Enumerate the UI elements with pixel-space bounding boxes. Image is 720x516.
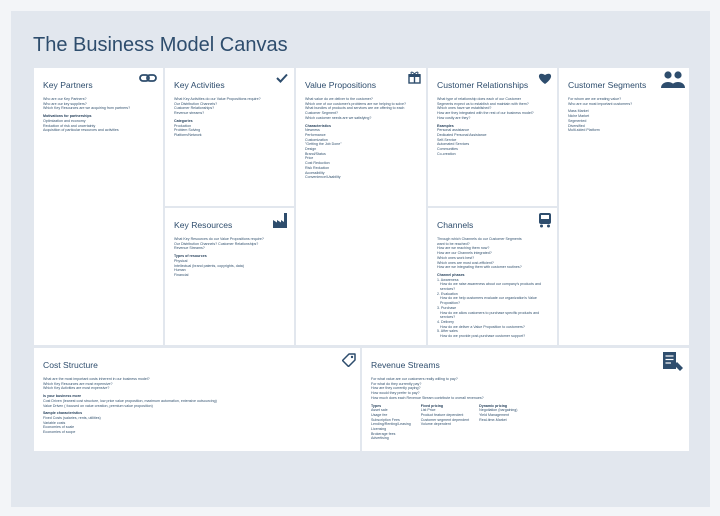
list-item: Co-creation bbox=[437, 151, 456, 156]
gift-icon bbox=[408, 71, 421, 84]
customer-segments-block: Customer Segments For whom are we creati… bbox=[559, 68, 689, 345]
list-item: How do we provide post-purchase customer… bbox=[437, 334, 526, 339]
value-propositions-questions: What value do we deliver to the customer… bbox=[305, 97, 417, 121]
users-icon bbox=[661, 71, 685, 88]
customer-relationships-block: Customer Relationships What type of rela… bbox=[428, 68, 557, 206]
fixed-pricing-items: List Price Product feature dependent Custo… bbox=[421, 408, 469, 427]
channels-block: Channels Through which Channels do our C… bbox=[428, 208, 557, 345]
question-line: Which customer needs are we satisfying? bbox=[305, 115, 372, 120]
cost-structure-items-2: Fixed Costs (salaries, rents, utilities)… bbox=[43, 416, 351, 435]
question-line: How are we integrating them with custome… bbox=[437, 265, 522, 270]
cost-structure-items: Cost Driven (leanest cost structure, low… bbox=[43, 399, 351, 408]
question-line: Who are our most important customers? bbox=[568, 101, 633, 106]
list-item: Advertising bbox=[371, 436, 389, 441]
key-resources-questions: What Key Resources do our Value Proposit… bbox=[174, 237, 285, 251]
tag-icon bbox=[342, 353, 356, 367]
list-item: Value Driven ( focused on value creation… bbox=[43, 403, 153, 408]
page-title: The Business Model Canvas bbox=[33, 34, 288, 56]
truck-icon bbox=[539, 213, 551, 228]
revenue-types-column: Types Asset sale Usage fee Subscription Fe… bbox=[371, 401, 411, 442]
dynamic-pricing-column: Dynamic pricing Negotiation (bargaining)… bbox=[479, 401, 517, 442]
key-partners-heading: Key Partners bbox=[43, 80, 93, 90]
list-item: Real-time-Market bbox=[479, 417, 507, 422]
cost-structure-questions: What are the most important costs inhere… bbox=[43, 377, 351, 391]
cost-structure-block: Cost Structure What are the most importa… bbox=[34, 348, 360, 451]
customer-relationships-items: Personal assistance Dedicated Personal As… bbox=[437, 128, 548, 156]
key-activities-questions: What Key Activities do our Value Proposi… bbox=[174, 97, 285, 116]
list-item: Economies of scope bbox=[43, 430, 76, 435]
channels-heading: Channels bbox=[437, 220, 474, 230]
channels-items: 1. Awareness How do we raise awareness a… bbox=[437, 278, 548, 339]
fixed-pricing-column: Fixed pricing List Price Product feature … bbox=[421, 401, 469, 442]
list-item: Convenience/Usability bbox=[305, 175, 341, 180]
heart-icon bbox=[538, 73, 552, 84]
list-item: Acquisition of particular resources and … bbox=[43, 128, 119, 133]
factory-icon bbox=[273, 213, 287, 228]
channels-questions: Through which Channels do our Customer S… bbox=[437, 237, 548, 270]
value-propositions-heading: Value Propositions bbox=[305, 80, 377, 90]
revenue-streams-questions: For what value are our customers really … bbox=[371, 377, 680, 401]
key-activities-heading: Key Activities bbox=[174, 80, 225, 90]
key-partners-block: Key Partners Who are our Key Partners? Wh… bbox=[34, 68, 163, 345]
value-propositions-items: Newness Performance Customization "Getting … bbox=[305, 128, 417, 180]
revenue-streams-columns: Types Asset sale Usage fee Subscription Fe… bbox=[371, 401, 680, 442]
key-partners-items: Optimization and economy Reduction of ris… bbox=[43, 119, 154, 133]
link-icon bbox=[139, 74, 157, 82]
list-item: Product feature dependent bbox=[420, 412, 464, 417]
list-item: Multi-sided Platform bbox=[568, 128, 600, 133]
question-line: How costly are they? bbox=[437, 115, 471, 120]
value-propositions-block: Value Propositions What value do we deli… bbox=[296, 68, 426, 345]
key-resources-heading: Key Resources bbox=[174, 220, 233, 230]
question-line: Revenue Streams? bbox=[174, 246, 205, 251]
list-item: Platform/Network bbox=[174, 132, 202, 137]
list-item: Financial bbox=[174, 272, 189, 277]
key-activities-items: Production Problem Solving Platform/Networ… bbox=[174, 124, 285, 138]
key-resources-items: Physical Intellectual (brand patents, cop… bbox=[174, 259, 285, 278]
dynamic-pricing-items: Negotiation (bargaining) Yield Management… bbox=[479, 408, 517, 422]
question-line: Which Key Activities are most expensive? bbox=[43, 386, 110, 391]
customer-relationships-heading: Customer Relationships bbox=[437, 80, 529, 90]
checklist-icon bbox=[663, 352, 683, 371]
list-item: Volume dependent bbox=[420, 422, 451, 427]
key-resources-block: Key Resources What Key Resources do our … bbox=[165, 208, 294, 345]
key-activities-block: Key Activities What Key Activities do ou… bbox=[165, 68, 294, 206]
customer-segments-items: Mass Market Niche Market Segmented Diversif… bbox=[568, 109, 680, 133]
key-partners-questions: Who are our Key Partners? Who are our key… bbox=[43, 97, 154, 111]
revenue-types-items: Asset sale Usage fee Subscription Fees Lend… bbox=[371, 408, 411, 441]
question-line: Which Key Resources are we acquiring fro… bbox=[43, 106, 131, 111]
revenue-streams-block: Revenue Streams For what value are our c… bbox=[362, 348, 689, 451]
revenue-streams-heading: Revenue Streams bbox=[371, 360, 440, 370]
customer-relationships-questions: What type of relationship does each of o… bbox=[437, 97, 548, 121]
question-line: Revenue streams? bbox=[174, 111, 205, 116]
cost-structure-heading: Cost Structure bbox=[43, 360, 98, 370]
checkmark-icon bbox=[276, 73, 288, 83]
customer-segments-questions: For whom are we creating value? Who are o… bbox=[568, 97, 680, 106]
